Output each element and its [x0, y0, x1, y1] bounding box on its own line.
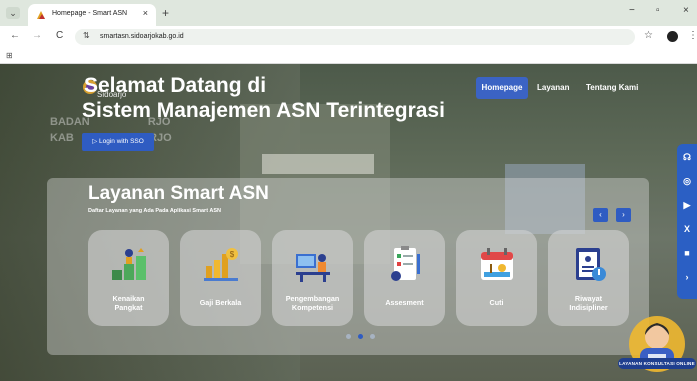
headset-icon[interactable]: ☊	[677, 152, 697, 163]
background-banner	[262, 154, 374, 174]
service-card-cuti[interactable]: Cuti	[456, 230, 537, 326]
carousel-prev-button[interactable]: ‹	[593, 208, 608, 222]
x-icon[interactable]: X	[677, 224, 697, 234]
tab-search-button[interactable]: ⌄	[6, 7, 20, 19]
page-content: BADAN RJO KAB ARJO Sidoarjo Selamat Data…	[0, 64, 697, 381]
card-label-line2: Kompetensi	[291, 303, 334, 312]
service-card-kenaikan-pangkat[interactable]: Kenaikan Pangkat	[88, 230, 169, 326]
card-label-line2: Pangkat	[114, 303, 143, 312]
close-window-button[interactable]: ×	[683, 5, 689, 16]
bookmark-star-icon[interactable]: ☆	[644, 30, 653, 41]
services-subtitle: Daftar Layanan yang Ada Pada Aplikasi Sm…	[88, 208, 221, 214]
tab-close-icon[interactable]: ×	[143, 8, 148, 18]
consultation-avatar-icon[interactable]	[612, 304, 696, 381]
svg-text:$: $	[230, 250, 235, 259]
browser-tab[interactable]: Homepage - Smart ASN ×	[28, 4, 156, 26]
salary-icon: $	[204, 248, 238, 281]
address-bar: ← → C ⇅ smartasn.sidoarjokab.go.id ☆ ⋮	[0, 26, 697, 48]
hero-title-line2: Sistem Manajemen ASN Terintegrasi	[82, 99, 445, 122]
restore-button[interactable]: ▫	[656, 5, 660, 16]
service-card-assesment[interactable]: Assesment	[364, 230, 445, 326]
leave-calendar-icon	[481, 248, 513, 280]
tab-title: Homepage - Smart ASN	[52, 10, 128, 17]
carousel-next-button[interactable]: ›	[616, 208, 631, 222]
login-sso-button[interactable]: ▷ Login with SSO	[82, 133, 154, 151]
site-info-icon[interactable]: ⇅	[83, 31, 90, 40]
nav-homepage[interactable]: Homepage	[476, 77, 528, 99]
card-label-line1: Gaji Berkala	[199, 298, 242, 307]
minimize-button[interactable]: −	[629, 5, 635, 16]
consultation-online-label[interactable]: LAYANAN KONSULTASI ONLINE	[618, 358, 696, 369]
back-button[interactable]: ←	[10, 30, 20, 41]
youtube-icon[interactable]: ▶	[677, 200, 697, 211]
card-label-line1: Assesment	[385, 298, 424, 307]
url-input[interactable]: ⇅ smartasn.sidoarjokab.go.id	[75, 29, 635, 45]
url-text: smartasn.sidoarjokab.go.id	[100, 33, 184, 40]
card-label-line1: Cuti	[489, 298, 504, 307]
apps-grid-icon[interactable]: ⊞	[6, 51, 13, 60]
new-tab-button[interactable]: +	[162, 6, 169, 20]
carousel-dot[interactable]	[370, 334, 375, 339]
nav-tentang-kami[interactable]: Tentang Kami	[586, 77, 638, 99]
profile-avatar[interactable]	[667, 31, 678, 42]
favicon-icon	[37, 11, 45, 19]
chevron-right-icon[interactable]: ›	[677, 272, 697, 282]
social-sidebar: ☊ ◎ ▶ X ■ ›	[677, 144, 697, 299]
services-title: Layanan Smart ASN	[88, 183, 269, 204]
card-label-line1: Pengembangan	[285, 294, 340, 303]
promotion-icon	[112, 248, 146, 280]
browser-tab-bar: ⌄ Homepage - Smart ASN × + − ▫ ×	[0, 0, 697, 26]
carousel-dots	[340, 334, 380, 340]
competency-icon	[296, 254, 330, 282]
service-card-gaji-berkala[interactable]: $ Gaji Berkala	[180, 230, 261, 326]
browser-menu-icon[interactable]: ⋮	[688, 30, 697, 41]
nav-layanan[interactable]: Layanan	[537, 77, 569, 99]
carousel-dot-active[interactable]	[358, 334, 363, 339]
discipline-record-icon	[576, 248, 606, 281]
assessment-icon	[391, 246, 420, 281]
hero-title-line1: Selamat Datang di	[84, 74, 267, 97]
bookmarks-bar: ⊞	[0, 48, 697, 64]
reload-button[interactable]: C	[56, 30, 63, 41]
card-label-line1: Riwayat	[574, 294, 603, 303]
instagram-icon[interactable]: ◎	[677, 176, 697, 187]
forward-button[interactable]: →	[32, 30, 42, 41]
service-card-pengembangan-kompetensi[interactable]: Pengembangan Kompetensi	[272, 230, 353, 326]
carousel-dot[interactable]	[346, 334, 351, 339]
video-icon[interactable]: ■	[677, 248, 697, 258]
card-label-line1: Kenaikan	[112, 294, 145, 303]
